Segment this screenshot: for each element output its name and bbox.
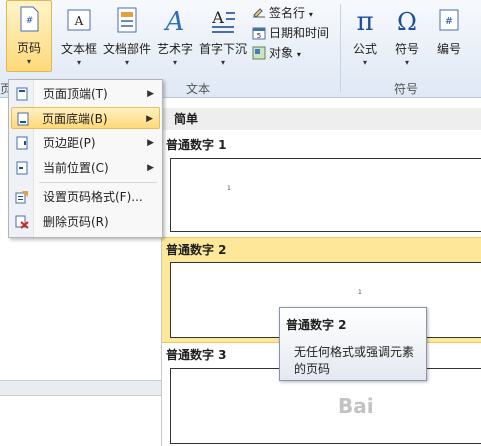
tooltip-body: 无任何格式或强调元素的页码 (294, 345, 415, 376)
number-label: 编号 (436, 42, 461, 56)
signature-icon (253, 8, 265, 18)
omega-icon: Ω (397, 8, 417, 34)
quick-parts-icon (117, 7, 137, 33)
number-icon: # (439, 9, 459, 31)
menu-item-top-of-page[interactable]: 页面顶端(T) ▶ (11, 83, 160, 105)
remove-page-numbers-icon (15, 215, 29, 229)
page-number-button[interactable]: # 页码 ▾ (6, 0, 52, 72)
date-time-label: 日期和时间 (269, 26, 330, 40)
menu-separator (39, 182, 157, 183)
wordart-label: 艺术字 (156, 42, 193, 56)
menu-item-label: 页面顶端(T) (43, 87, 108, 101)
menu-item-bottom-of-page[interactable]: 页面底端(B) ▶ (11, 107, 160, 129)
chevron-down-icon: ▾ (26, 57, 31, 66)
menu-item-remove-page-numbers[interactable]: 删除页码(R) (11, 211, 160, 233)
wordart-icon: A (164, 7, 185, 34)
chevron-down-icon: ▾ (220, 58, 225, 67)
page-bottom-gallery: 简单 普通数字 1 1 普通数字 2 1 普通数字 3 (161, 108, 481, 446)
page-number-menu: 页面顶端(T) ▶ 页面底端(B) ▶ 页边距(P) ▶ 当前位置(C) ▶ 设… (8, 79, 163, 238)
equation-button[interactable]: π 公式 ▾ (346, 2, 384, 68)
page-number-preview: 1 (227, 185, 231, 192)
svg-text:5: 5 (257, 32, 261, 40)
chevron-down-icon: ▾ (296, 50, 301, 59)
svg-text:Ω: Ω (397, 8, 417, 34)
page-bottom-icon (17, 112, 29, 126)
menu-item-label: 设置页码格式(F)... (43, 190, 143, 204)
page-thumbnail: 1 (170, 158, 481, 232)
submenu-arrow-icon: ▶ (147, 138, 154, 148)
chevron-down-icon: ▾ (362, 58, 367, 67)
gallery-header: 简单 (162, 108, 481, 130)
gallery-tooltip: 普通数字 2 无任何格式或强调元素的页码 (279, 307, 427, 381)
watermark: Bai (338, 394, 374, 418)
chevron-down-icon: ▾ (124, 58, 129, 67)
textbox-icon: A (67, 9, 91, 31)
object-icon (252, 46, 266, 60)
wordart-button[interactable]: A 艺术字 ▾ (154, 2, 196, 68)
menu-item-label: 页面底端(B) (42, 112, 108, 126)
chevron-down-icon: ▾ (76, 58, 81, 67)
date-time-button[interactable]: 5 日期和时间 (252, 24, 329, 44)
tooltip-title: 普通数字 2 (286, 318, 347, 332)
chevron-down-icon: ▾ (404, 58, 409, 67)
current-position-icon (16, 161, 28, 175)
submenu-arrow-icon: ▶ (147, 89, 154, 99)
calendar-icon: 5 (252, 27, 266, 40)
group-symbols-label: 符号 (394, 82, 419, 96)
gallery-option-plain-number-1[interactable]: 普通数字 1 1 (162, 132, 481, 234)
menu-item-current-position[interactable]: 当前位置(C) ▶ (11, 157, 160, 179)
dropcap-label: 首字下沉 (198, 42, 247, 56)
svg-text:π: π (356, 7, 373, 34)
equation-label: 公式 (352, 42, 377, 56)
submenu-arrow-icon: ▶ (146, 114, 153, 124)
option-title: 普通数字 1 (166, 138, 227, 152)
menu-item-label: 删除页码(R) (43, 215, 109, 229)
svg-text:A: A (164, 7, 185, 34)
chevron-down-icon: ▾ (308, 10, 313, 19)
number-button[interactable]: # 编号 (430, 2, 468, 68)
chevron-down-icon: ▾ (172, 58, 177, 67)
object-button[interactable]: 对象 ▾ (252, 44, 301, 64)
group-separator (340, 4, 341, 92)
dropcap-icon: A (211, 8, 235, 33)
submenu-arrow-icon: ▶ (147, 163, 154, 173)
page-number-label: 页码 (16, 41, 41, 55)
page-margin-icon (16, 136, 28, 150)
svg-text:#: # (445, 16, 453, 27)
menu-item-label: 当前位置(C) (43, 161, 109, 175)
page-top-icon (16, 87, 28, 101)
document-edge (0, 380, 161, 396)
symbol-button[interactable]: Ω 符号 ▾ (388, 2, 426, 68)
textbox-button[interactable]: A 文本框 ▾ (58, 2, 100, 68)
page-number-preview: 1 (358, 289, 362, 296)
textbox-label: 文本框 (60, 42, 97, 56)
quick-parts-button[interactable]: 文档部件 ▾ (102, 2, 152, 68)
svg-text:A: A (74, 14, 84, 28)
menu-item-format-page-numbers[interactable]: 设置页码格式(F)... (11, 186, 160, 208)
pi-icon: π (356, 7, 373, 34)
symbol-label: 符号 (394, 42, 419, 56)
svg-text:#: # (26, 16, 34, 26)
menu-item-page-margins[interactable]: 页边距(P) ▶ (11, 132, 160, 154)
page-number-icon: # (20, 6, 39, 32)
quick-parts-label: 文档部件 (102, 42, 151, 56)
dropcap-button[interactable]: A 首字下沉 ▾ (198, 2, 248, 68)
menu-item-label: 页边距(P) (43, 136, 96, 150)
format-page-numbers-icon (15, 191, 28, 204)
group-text-label: 文本 (186, 82, 211, 96)
option-title: 普通数字 2 (166, 243, 227, 257)
object-label: 对象 (269, 46, 294, 60)
svg-text:A: A (211, 8, 224, 27)
signature-line-label: 签名行 (269, 6, 306, 20)
signature-line-button[interactable]: 签名行 ▾ (252, 4, 313, 24)
option-title: 普通数字 3 (166, 348, 227, 362)
